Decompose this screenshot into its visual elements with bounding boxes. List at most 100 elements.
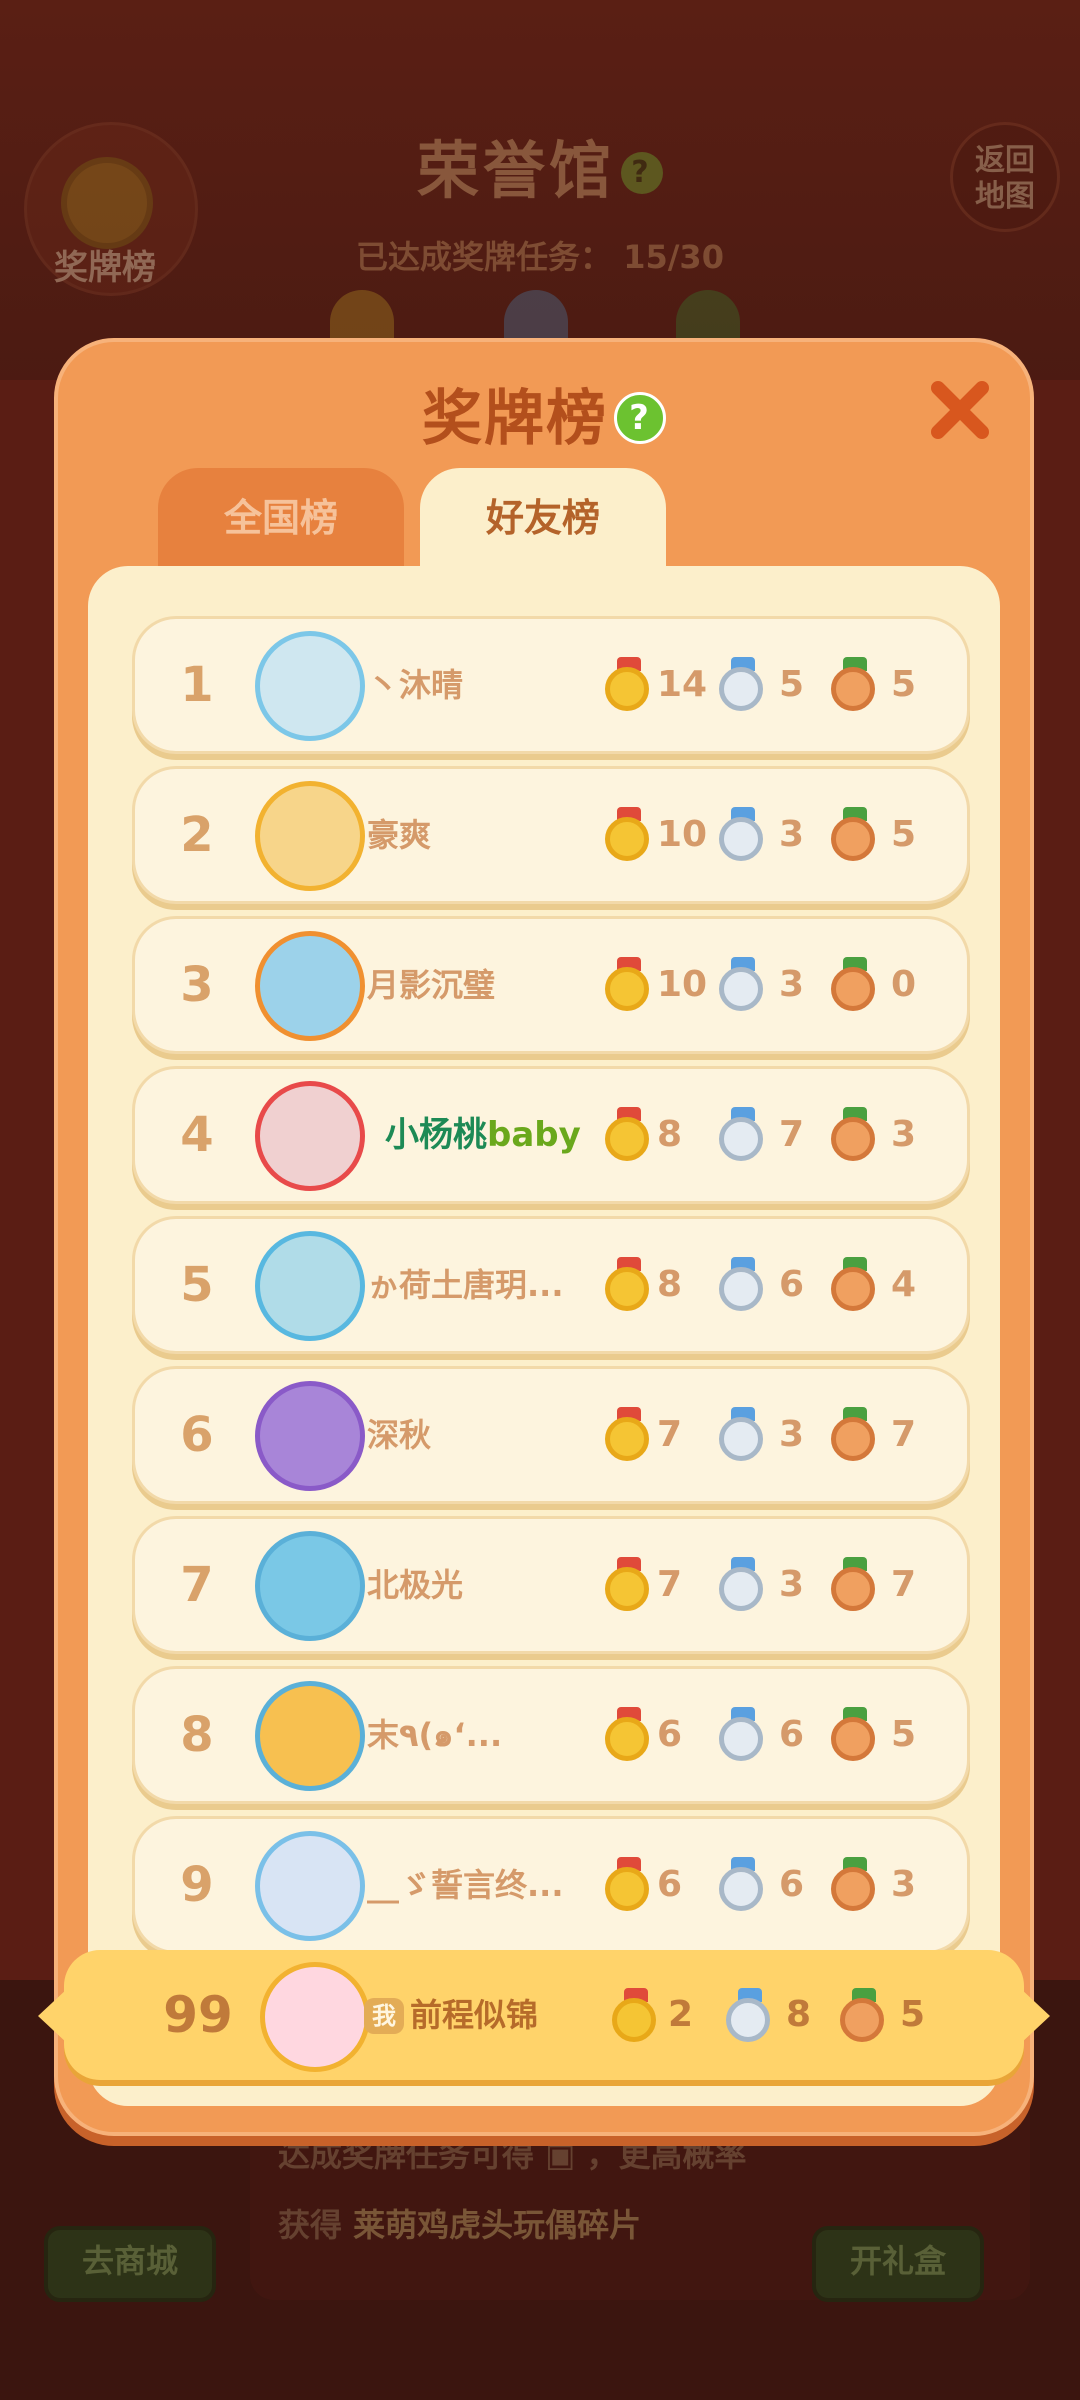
rank-number: 9: [180, 1857, 214, 1913]
player-name: 北极光: [367, 1566, 464, 1604]
bronze-medal-icon: [831, 957, 879, 1015]
rank-number: 2: [180, 807, 214, 863]
player-name: 月影沉璧: [367, 966, 496, 1004]
player-name: 小杨桃baby: [385, 1069, 581, 1201]
go-to-shop-button[interactable]: 去商城: [44, 2226, 216, 2302]
player-name: 深秋: [367, 1416, 432, 1454]
leaderboard-row[interactable]: 9 __ゞ誓言终... 6 6 3: [132, 1816, 970, 1954]
close-icon[interactable]: [926, 376, 994, 444]
gold-count: 7: [657, 1414, 683, 1455]
bronze-count: 0: [891, 964, 917, 1005]
modal-title: 奖牌榜?: [58, 370, 1030, 457]
modal-title-text: 奖牌榜: [422, 384, 608, 454]
silver-medal-icon: [726, 1988, 774, 2046]
leaderboard-row[interactable]: 7 北极光 7 3 7: [132, 1516, 970, 1654]
silver-count: 3: [779, 1564, 805, 1605]
bronze-medal-icon: [831, 1707, 879, 1765]
gold-count: 7: [657, 1564, 683, 1605]
avatar[interactable]: [255, 1231, 365, 1341]
leaderboard-row[interactable]: 3 月影沉璧 10 3 0: [132, 916, 970, 1054]
silver-medal-icon: [719, 1107, 767, 1165]
help-icon[interactable]: ?: [614, 392, 666, 444]
rank-number: 5: [180, 1257, 214, 1313]
silver-medal-icon: [719, 1407, 767, 1465]
avatar[interactable]: [255, 781, 365, 891]
avatar[interactable]: [255, 1681, 365, 1791]
bronze-count: 3: [891, 1114, 917, 1155]
gold-medal-icon: [605, 1407, 653, 1465]
silver-count: 3: [779, 1414, 805, 1455]
leaderboard-row[interactable]: 4 小杨桃baby 8 7 3: [132, 1066, 970, 1204]
hall-title-text: 荣誉馆: [416, 134, 615, 207]
bronze-medal-icon: [831, 1407, 879, 1465]
reward-text-1b: ，更高概率: [586, 2136, 747, 2174]
leaderboard-row[interactable]: 5 ゕ荷土唐玥... 8 6 4: [132, 1216, 970, 1354]
player-name: 末٩(๑ʻ...: [367, 1716, 503, 1754]
avatar[interactable]: [255, 631, 365, 741]
gold-medal-icon: [605, 1557, 653, 1615]
silver-count: 6: [779, 1714, 805, 1755]
leaderboard-row[interactable]: 8 末٩(๑ʻ... 6 6 5: [132, 1666, 970, 1804]
leaderboard-row[interactable]: 6 深秋 7 3 7: [132, 1366, 970, 1504]
rank-number: 1: [180, 657, 214, 713]
progress-value: 15/30: [623, 238, 724, 276]
silver-medal-icon: [719, 957, 767, 1015]
bronze-medal-icon: [840, 1988, 888, 2046]
player-name: ゕ荷土唐玥...: [367, 1266, 564, 1304]
me-badge: 我: [364, 1998, 404, 2034]
tab-national[interactable]: 全国榜: [158, 468, 404, 568]
gold-count: 8: [657, 1114, 683, 1155]
player-name: __ゞ誓言终...: [367, 1866, 564, 1904]
bronze-medal-icon: [831, 657, 879, 715]
my-avatar[interactable]: [260, 1962, 370, 2072]
gold-medal-icon: [605, 1257, 653, 1315]
tab-friends[interactable]: 好友榜: [420, 468, 666, 568]
gold-medal-icon: [612, 1988, 660, 2046]
my-rank-number: 99: [163, 1986, 233, 2044]
reward-item-name: 莱萌鸡虎头玩偶碎片: [353, 2206, 642, 2244]
bronze-count: 7: [891, 1564, 917, 1605]
bronze-medal-icon: [831, 1107, 879, 1165]
bronze-medal-icon: [831, 807, 879, 865]
player-name-main: 小杨桃: [385, 1115, 487, 1155]
my-bronze-count: 5: [900, 1994, 926, 2035]
rank-number: 3: [180, 957, 214, 1013]
gold-count: 10: [657, 814, 708, 855]
bronze-medal-icon: [831, 1857, 879, 1915]
reward-text-line-2: 获得 莱萌鸡虎头玩偶碎片: [278, 2200, 641, 2246]
back-map-label-2: 地图: [975, 179, 1035, 214]
silver-count: 6: [779, 1264, 805, 1305]
rank-number: 7: [180, 1557, 214, 1613]
gold-medal-icon: [605, 1707, 653, 1765]
silver-medal-icon: [719, 657, 767, 715]
avatar[interactable]: [255, 1081, 365, 1191]
silver-count: 5: [779, 664, 805, 705]
player-name: 丶沐晴: [367, 666, 464, 704]
medal-task-progress: 已达成奖牌任务： 15/30: [0, 232, 1080, 278]
avatar[interactable]: [255, 1531, 365, 1641]
gold-medal-icon: [605, 657, 653, 715]
bronze-count: 3: [891, 1864, 917, 1905]
leaderboard-panel: 1 丶沐晴 14 5 5 2 豪爽 10 3 5 3 月影沉璧 10 3 0 4 小杨桃baby 8 7 3 5 ゕ荷土唐…: [88, 566, 1000, 2106]
rank-number: 6: [180, 1407, 214, 1463]
back-to-map-button[interactable]: 返回 地图: [950, 122, 1060, 232]
open-gift-box-button[interactable]: 开礼盒: [812, 2226, 984, 2302]
silver-medal-icon: [719, 1257, 767, 1315]
bronze-count: 5: [891, 664, 917, 705]
silver-medal-icon: [719, 1707, 767, 1765]
avatar[interactable]: [255, 1381, 365, 1491]
back-map-label-1: 返回: [975, 143, 1035, 178]
my-silver-count: 8: [786, 1994, 812, 2035]
avatar[interactable]: [255, 931, 365, 1041]
my-rank-row: 99 我前程似锦 2 8 5: [38, 1950, 1050, 2080]
avatar[interactable]: [255, 1831, 365, 1941]
player-name: 豪爽: [367, 816, 432, 854]
progress-label: 已达成奖牌任务：: [356, 238, 613, 276]
arrow-right-decoration: [1020, 1988, 1050, 2044]
leaderboard-row[interactable]: 2 豪爽 10 3 5: [132, 766, 970, 904]
gold-count: 10: [657, 964, 708, 1005]
bronze-medal-icon: [831, 1257, 879, 1315]
medal-leaderboard-modal: 奖牌榜? 全国榜 好友榜 1 丶沐晴 14 5 5 2 豪爽 10 3 5 3 月影沉璧 10 3 0 4 小杨…: [38, 338, 1050, 2136]
gold-count: 8: [657, 1264, 683, 1305]
leaderboard-row[interactable]: 1 丶沐晴 14 5 5: [132, 616, 970, 754]
